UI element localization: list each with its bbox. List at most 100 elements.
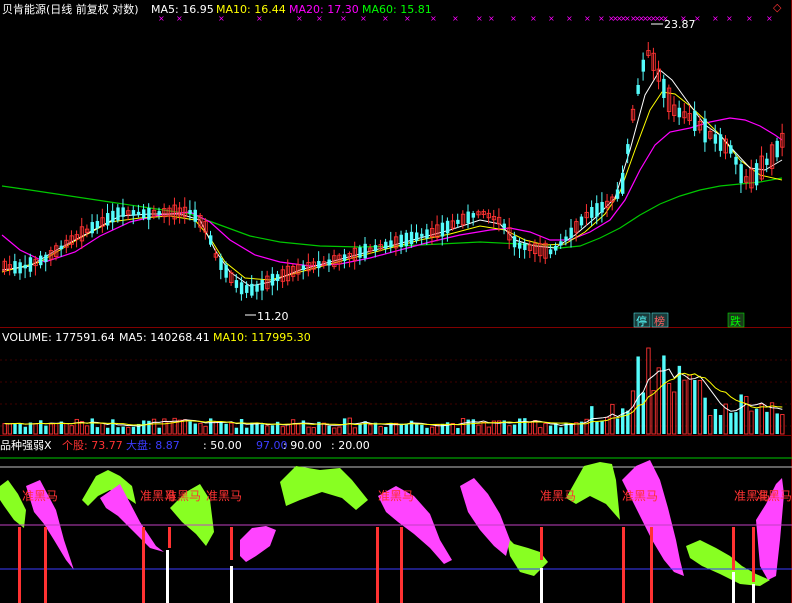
candle-body [209, 235, 213, 245]
candle-body [662, 78, 666, 98]
volume-bar [425, 427, 429, 434]
volume-ma10-label: MA10: 117995.30 [213, 331, 311, 344]
volume-bar [234, 427, 239, 434]
candle-body [142, 209, 146, 219]
volume-bar [518, 418, 522, 434]
signal-labels: 准黑马 准黑马准黑马 准黑马 准黑马 准黑马 准黑马 准黑马准黑马 [22, 489, 792, 503]
volume-bar [435, 424, 440, 435]
candle-body [327, 259, 331, 266]
signal-marker: × [598, 14, 605, 23]
volume-bar [641, 392, 645, 434]
candle-body [595, 203, 599, 217]
candle-body [358, 247, 362, 258]
volume-bar [74, 418, 79, 435]
volume-bar [142, 420, 146, 434]
signal-label: 准黑马 [622, 489, 658, 503]
candle-body [373, 245, 378, 252]
candle-body [523, 243, 527, 251]
candle-body [765, 158, 769, 165]
volume-bar [693, 380, 697, 434]
top-diamond-icon[interactable]: ◇ [773, 1, 782, 14]
signal-marker: × [476, 14, 483, 23]
volume-bar [651, 390, 656, 435]
volume-bar [188, 421, 192, 434]
volume-bar [126, 426, 131, 435]
candle-body [502, 223, 506, 229]
volume-bar [476, 424, 481, 435]
volume-bar [131, 426, 136, 434]
candle-body [693, 110, 697, 131]
indicator-level-50: : 50.00 [203, 439, 242, 452]
signal-red-bar [18, 527, 21, 603]
volume-ma-lines [4, 368, 783, 427]
signal-red-bar [168, 527, 171, 548]
volume-bar [548, 425, 553, 434]
candle-body [703, 118, 707, 143]
candle-body [219, 258, 223, 270]
signal-white-bar [732, 572, 735, 603]
volume-bar [90, 418, 94, 434]
candle-body [121, 207, 125, 217]
volume-bar [265, 425, 270, 435]
signal-marker: × [566, 14, 573, 23]
candle-body [275, 274, 280, 282]
volume-bar [430, 426, 435, 435]
volume-bar [203, 425, 208, 435]
candle-body [389, 240, 393, 248]
volume-bar [193, 423, 197, 434]
candle-body [317, 260, 321, 269]
volume-bar [95, 427, 100, 434]
volume-bar [224, 423, 228, 434]
signal-white-bar [540, 568, 543, 603]
volume-bar [749, 410, 754, 435]
candle-body [106, 213, 110, 226]
badge-tingban: 停 [636, 314, 647, 328]
volume-bar [239, 418, 244, 434]
volume-bar [54, 423, 59, 435]
volume-bar [672, 391, 677, 435]
volume-bar [13, 423, 17, 434]
volume-bar [456, 427, 460, 434]
volume-bar [352, 427, 358, 435]
volume-bar [744, 396, 749, 435]
volume-bar [147, 420, 151, 434]
volume-bar [280, 426, 285, 435]
volume-bar [780, 414, 785, 435]
volume-bar [775, 413, 779, 434]
volume-bar [44, 425, 48, 434]
candle-body [18, 262, 22, 274]
volume-bar [739, 394, 743, 434]
volume-bar [182, 419, 188, 435]
stock-chart: 贝肯能源(日线 前复权 对数) MA5: 16.95 MA10: 16.44 M… [0, 0, 792, 603]
volume-bar [270, 425, 275, 434]
indicator-title: 品种强弱X [0, 438, 52, 452]
volume-bar [306, 426, 311, 435]
volume-bar [559, 427, 563, 434]
candle-body [636, 84, 640, 94]
volume-bar [404, 423, 409, 434]
volume-bar [384, 426, 388, 434]
candle-body [548, 249, 553, 255]
volume-ma5-label: MA5: 140268.41 [119, 331, 210, 344]
volume-bar [213, 420, 218, 435]
volume-bar [69, 425, 74, 435]
volume-bar [2, 423, 7, 435]
volume-bar [486, 426, 491, 435]
volume-bar [687, 374, 692, 435]
signal-marker: × [510, 14, 517, 23]
candle-body [250, 283, 254, 296]
strength-green-area [280, 466, 368, 510]
candle-body [39, 255, 43, 266]
volume-bar [84, 425, 90, 435]
ma10-label: MA10: 16.44 [216, 3, 286, 16]
volume-bar [290, 419, 296, 435]
strength-green-area [686, 540, 770, 586]
signal-white-bar [166, 550, 169, 603]
candle-body [363, 243, 367, 259]
candle-body [626, 144, 630, 154]
volume-bar [507, 425, 512, 435]
volume-bar [754, 408, 759, 434]
volume-bar [481, 421, 486, 435]
signal-red-bar [376, 527, 379, 603]
volume-ma5-polyline [4, 368, 783, 427]
